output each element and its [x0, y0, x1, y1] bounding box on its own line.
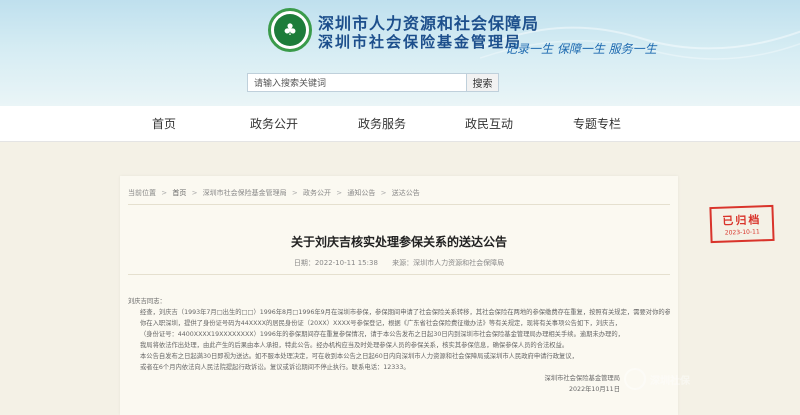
article-signature: 深圳市社会保险基金管理局: [544, 375, 620, 382]
watermark-logo: 深圳社保: [624, 366, 794, 392]
tree-emblem-icon[interactable]: ♣: [268, 8, 312, 52]
watermark-text: 深圳社保: [650, 375, 690, 387]
article-greeting: 刘庆吉同志：: [128, 298, 166, 305]
org-name-secondary[interactable]: 深圳市社会保险基金管理局: [318, 31, 522, 52]
breadcrumb-public-link[interactable]: 政务公开: [303, 189, 331, 197]
breadcrumb-label: 当前位置: [128, 189, 156, 197]
breadcrumb-notice-link[interactable]: 通知公告: [347, 189, 375, 197]
archived-stamp-date: 2023-10-11: [724, 228, 760, 237]
search-input[interactable]: [247, 73, 467, 92]
breadcrumb-separator: >: [380, 189, 387, 197]
article-paragraph: （身份证号：4400XXXX19XXXXXXXX）1996年的参保期间存在重复参…: [140, 331, 624, 338]
article-paragraph: 你在入职深圳，提供了身份证号码为44XXXX的居民身份证（20XX）XXXX号参…: [140, 320, 622, 327]
nav-item-citizen-interaction[interactable]: 政民互动: [465, 106, 513, 142]
breadcrumb-separator: >: [291, 189, 298, 197]
article-meta: 日期：2022-10-11 15:38 来源：深圳市人力资源和社会保障局: [120, 258, 678, 268]
nav-item-special-topics[interactable]: 专题专栏: [573, 106, 621, 142]
article-body: 刘庆吉同志： 经查，刘庆吉（1993年7月□出生的□□）1996年8月□1996…: [128, 296, 670, 395]
article-paragraph: 或者在6个月内依法向人民法院提起行政诉讼。复议或诉讼期间不停止执行。联系电话：1…: [140, 364, 410, 371]
article-sign-date: 2022年10月11日: [569, 386, 620, 393]
article-paragraph: 经查，刘庆吉（1993年7月□出生的□□）1996年8月□1996年9月在深圳市…: [140, 309, 670, 316]
breadcrumb-separator: >: [336, 189, 343, 197]
search-bar: 搜索: [247, 73, 499, 92]
article-source: 来源：深圳市人力资源和社会保障局: [392, 259, 505, 267]
nav-item-home[interactable]: 首页: [152, 106, 176, 142]
search-button[interactable]: 搜索: [467, 73, 499, 92]
archived-stamp: 已归档 2023-10-11: [709, 204, 775, 244]
meta-divider: [128, 274, 670, 275]
nav-item-gov-affairs-public[interactable]: 政务公开: [250, 106, 298, 142]
watermark-logo-icon: [624, 368, 646, 390]
archived-stamp-label: 已归档: [722, 213, 762, 228]
article-title: 关于刘庆吉核实处理参保关系的送达公告: [290, 235, 507, 249]
nav-item-gov-services[interactable]: 政务服务: [358, 106, 406, 142]
breadcrumb-separator: >: [161, 189, 168, 197]
article-paragraph: 本公告自发布之日起满30日即视为送达。如不服本处理决定，可在收到本公告之日起60…: [140, 353, 578, 360]
breadcrumb-home-link[interactable]: 首页: [172, 189, 186, 197]
breadcrumb: 当前位置 > 首页 > 深圳市社会保险基金管理局 > 政务公开 > 通知公告 >…: [128, 188, 423, 198]
breadcrumb-org-link[interactable]: 深圳市社会保险基金管理局: [203, 189, 287, 197]
article-date: 日期：2022-10-11 15:38: [293, 259, 378, 267]
breadcrumb-current[interactable]: 送达公告: [392, 189, 420, 197]
breadcrumb-separator: >: [191, 189, 198, 197]
site-header: ♣ 深圳市人力资源和社会保障局 深圳市社会保险基金管理局 记录一生 保障一生 服…: [0, 0, 800, 106]
breadcrumb-divider: [128, 204, 670, 205]
slogan-text: 记录一生 保障一生 服务一生: [505, 42, 657, 56]
article-paragraph: 我局将依法作出处理，由此产生的后果由本人承担，特此公告。经办机构应当及时处理参保…: [140, 342, 569, 349]
article-card: 当前位置 > 首页 > 深圳市社会保险基金管理局 > 政务公开 > 通知公告 >…: [120, 176, 678, 415]
main-nav: 首页 政务公开 政务服务 政民互动 专题专栏: [0, 106, 800, 142]
